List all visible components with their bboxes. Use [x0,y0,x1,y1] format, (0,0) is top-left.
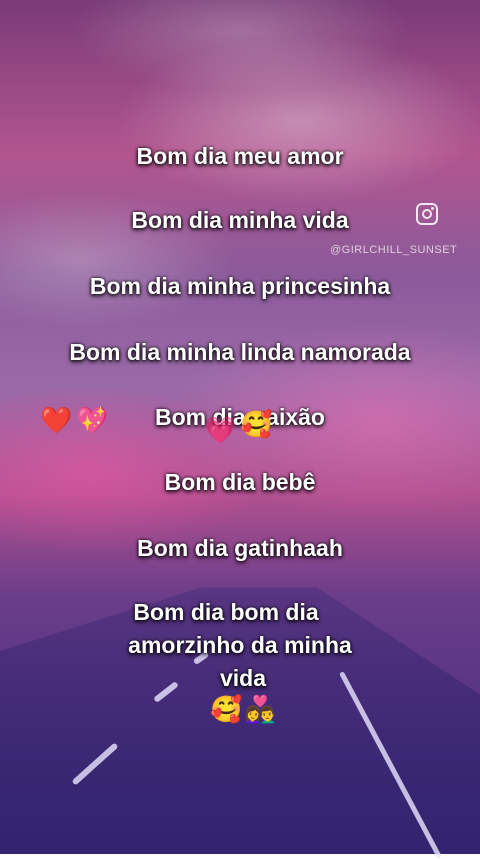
greeting-line-6: Bom dia bebê [164,469,316,495]
greeting-line-1: Bom dia meu amor [136,143,344,169]
couple-with-heart-icon: 👩‍❤️‍👨 [244,695,277,725]
greeting-line-4: Bom dia minha linda namorada [69,339,411,365]
pink-heart-icon: 💗 [204,416,237,446]
greeting-line-7: Bom dia gatinhaah [137,535,343,561]
sparkling-heart-icon: 💖 [76,406,109,436]
greeting-line-3: Bom dia minha princesinha [89,273,391,299]
red-heart-icon: ❤️ [40,406,73,436]
smiling-hearts-face-icon: 🥰 [240,410,273,440]
greeting-line-10: vida [219,665,267,691]
greeting-line-9: amorzinho da minha [128,632,352,658]
watermark-handle: @GIRLCHILL_SUNSET [330,244,458,256]
greeting-line-2: Bom dia minha vida [131,207,349,233]
smiling-hearts-face-icon: 🥰 [210,695,243,725]
greeting-line-8: Bom dia bom dia [133,599,319,625]
